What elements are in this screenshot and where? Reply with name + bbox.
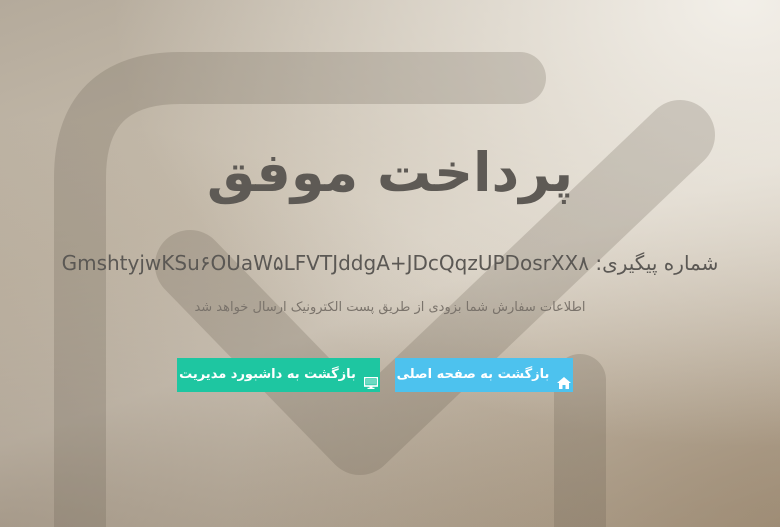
back-to-dashboard-label: بازگشت به داشبورد مدیریت — [179, 367, 356, 382]
home-icon — [557, 369, 572, 389]
page-title: پرداخت موفق — [206, 141, 574, 204]
action-buttons: بازگشت به صفحه اصلی بازگشت به داشبورد مد… — [0, 358, 780, 392]
desktop-icon — [363, 369, 379, 389]
info-text: اطلاعات سفارش شما بزودی از طریق پست الکت… — [194, 300, 586, 315]
tracking-number: شماره پیگیری: GmshtyjwKSu۶OUaW۵LFVTJddgA… — [0, 248, 780, 278]
tracking-label: شماره پیگیری: — [595, 251, 719, 275]
back-to-dashboard-button[interactable]: بازگشت به داشبورد مدیریت — [177, 358, 380, 392]
success-panel: پرداخت موفق شماره پیگیری: GmshtyjwKSu۶OU… — [0, 0, 780, 527]
back-to-home-button[interactable]: بازگشت به صفحه اصلی — [395, 358, 573, 392]
tracking-code: GmshtyjwKSu۶OUaW۵LFVTJddgA+JDcQqzUPDosrX… — [61, 251, 589, 275]
back-to-home-label: بازگشت به صفحه اصلی — [396, 367, 550, 382]
